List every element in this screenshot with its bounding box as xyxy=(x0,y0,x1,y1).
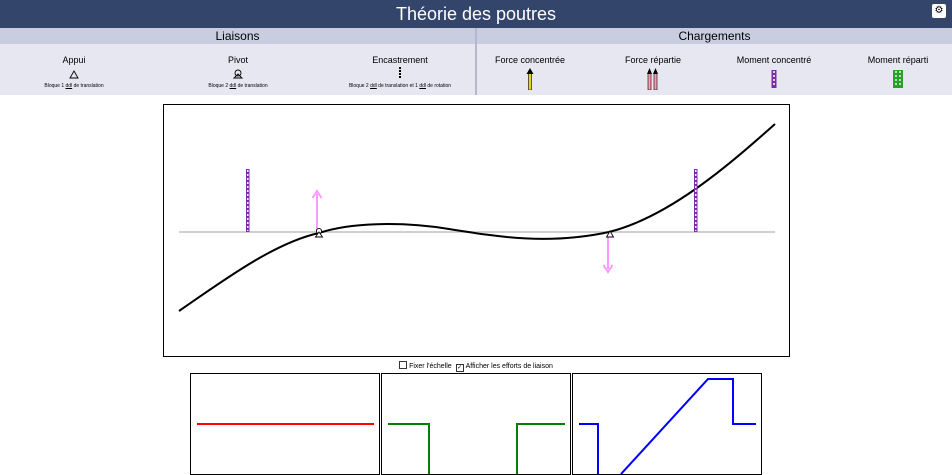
tool-pivot-label: Pivot xyxy=(227,55,248,65)
liaisons-panel: Appui Bloque 1 ddl de translation Pivot … xyxy=(0,44,475,95)
diagram-middle-curve xyxy=(388,423,430,474)
pivot-support xyxy=(314,227,324,238)
reaction-arrow-down xyxy=(602,235,614,274)
encastrement-icon xyxy=(397,66,403,84)
distributed-moment-icon xyxy=(892,68,904,95)
display-options: Fixer l'échelle ✓ Afficher les efforts de… xyxy=(0,361,952,372)
triangle-support-icon xyxy=(69,66,79,84)
show-efforts-label: Afficher les efforts de liaison xyxy=(465,363,553,370)
tool-force-repartie-label: Force répartie xyxy=(624,55,682,65)
tool-encastrement-desc: Bloque 2 ddl de translation et 1 ddl de … xyxy=(348,83,452,89)
tool-appui-desc: Bloque 1 ddl de translation xyxy=(44,83,104,89)
pivot-icon xyxy=(232,66,244,84)
show-efforts-checkbox[interactable]: ✓ xyxy=(455,364,464,372)
tool-encastrement-label: Encastrement xyxy=(372,55,428,65)
tool-moment-concentre-label: Moment concentré xyxy=(736,55,812,65)
diagram-right-curve xyxy=(579,423,599,474)
distributed-force-icon xyxy=(647,68,659,95)
show-efforts-option[interactable]: ✓ Afficher les efforts de liaison xyxy=(455,362,553,372)
gear-icon: ⚙ xyxy=(934,5,944,16)
concentrated-moment-icon xyxy=(770,68,778,95)
diagram-right-curve-main xyxy=(620,378,756,474)
page-title: Théorie des poutres xyxy=(395,4,557,24)
moment-marker-right xyxy=(694,169,698,232)
tool-appui-label: Appui xyxy=(62,55,86,65)
beam-canvas[interactable] xyxy=(163,104,790,357)
tool-pivot-desc: Bloque 2 ddl de translation xyxy=(208,83,268,89)
reaction-arrow-up xyxy=(311,189,323,230)
tool-force-concentree-label: Force concentrée xyxy=(494,55,566,65)
settings-button[interactable]: ⚙ xyxy=(932,4,946,18)
liaisons-header: Liaisons xyxy=(0,28,475,44)
diagram-left xyxy=(190,373,380,475)
chargements-panel: Force concentrée Force répartie Moment c… xyxy=(477,44,952,95)
diagram-middle-curve-right xyxy=(516,423,565,474)
fix-scale-checkbox[interactable] xyxy=(399,361,408,369)
fix-scale-label: Fixer l'échelle xyxy=(409,363,452,370)
diagram-right xyxy=(572,373,762,475)
concentrated-force-icon xyxy=(526,68,534,95)
tool-moment-reparti-label: Moment réparti xyxy=(867,55,929,65)
fix-scale-option[interactable]: Fixer l'échelle xyxy=(399,361,452,372)
diagram-middle xyxy=(381,373,571,475)
moment-marker-left xyxy=(246,169,250,232)
chargements-header: Chargements xyxy=(477,28,952,44)
deformed-beam-curve xyxy=(178,123,776,312)
